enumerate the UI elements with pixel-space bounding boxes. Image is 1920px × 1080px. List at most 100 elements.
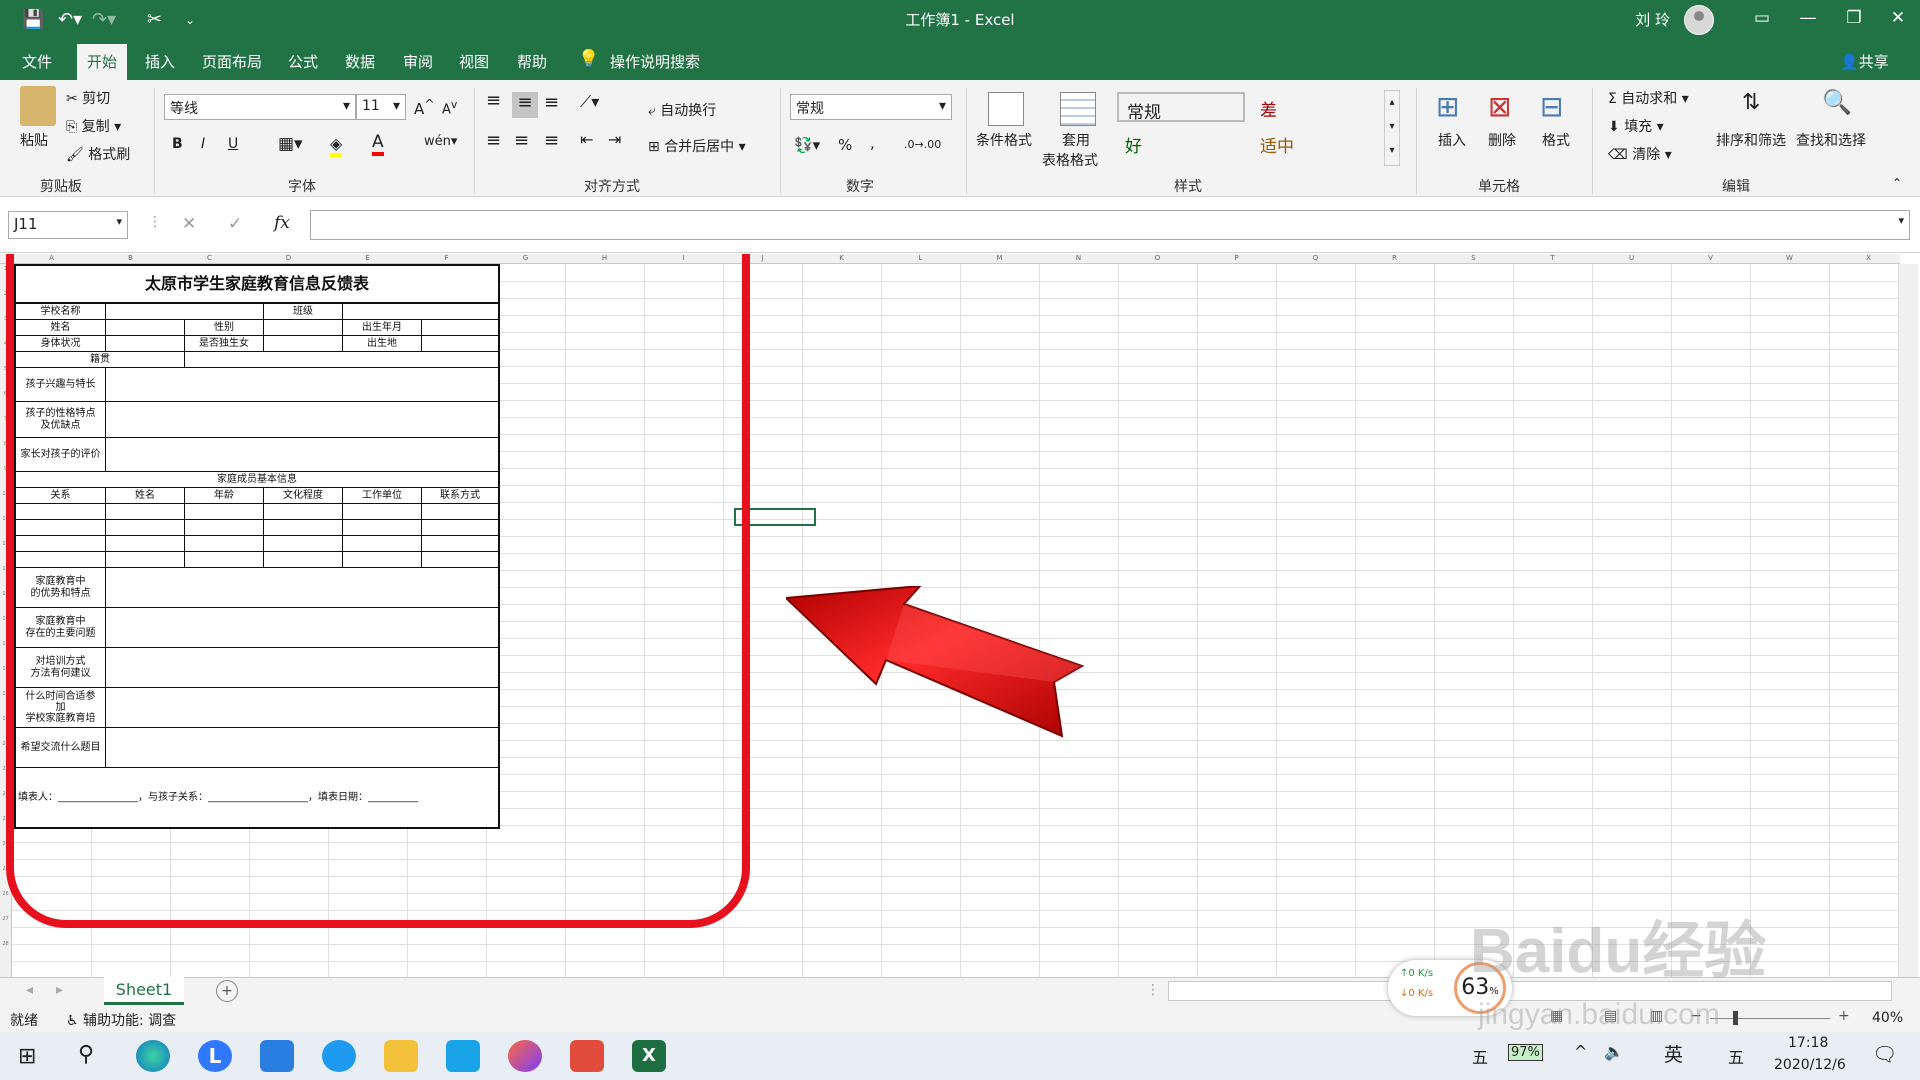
recorder-icon[interactable]: [570, 1040, 604, 1072]
table-format-label1[interactable]: 套用: [1062, 130, 1090, 150]
copy-button[interactable]: ⎘ 复制 ▾: [66, 116, 121, 136]
orientation-icon[interactable]: ⟋▾: [580, 92, 599, 112]
column-header[interactable]: R: [1355, 254, 1434, 262]
format-painter-button[interactable]: 🖌 格式刷: [66, 144, 130, 164]
confirm-icon[interactable]: ✓: [228, 214, 242, 234]
column-header[interactable]: U: [1592, 254, 1671, 262]
insert-cells-button[interactable]: 插入: [1438, 130, 1466, 150]
wrap-text-button[interactable]: ⤶ 自动换行: [648, 100, 716, 120]
clock-date[interactable]: 2020/12/6: [1774, 1057, 1846, 1073]
delete-cells-button[interactable]: 删除: [1488, 130, 1516, 150]
prev-sheet-icon[interactable]: ◂: [26, 982, 33, 998]
zoom-slider[interactable]: [1710, 1018, 1830, 1019]
conditional-format-button[interactable]: 条件格式: [976, 130, 1032, 150]
clock-time[interactable]: 17:18: [1788, 1035, 1828, 1051]
increase-indent-icon[interactable]: ⇥: [608, 130, 621, 149]
align-top-icon[interactable]: ≡: [486, 90, 501, 111]
styles-scroll[interactable]: ▴ ▾ ▾: [1384, 90, 1400, 166]
shrink-font-icon[interactable]: Av: [442, 98, 457, 117]
style-normal[interactable]: 常规: [1117, 92, 1245, 123]
bold-button[interactable]: B: [172, 136, 183, 152]
format-cells-button[interactable]: 格式: [1542, 130, 1570, 150]
ime-language[interactable]: 英: [1664, 1040, 1683, 1067]
insert-cells-icon[interactable]: ⊞: [1436, 90, 1459, 123]
column-header[interactable]: Q: [1276, 254, 1355, 262]
tab-data[interactable]: 数据: [345, 51, 375, 72]
ime-mode[interactable]: 五: [1472, 1044, 1488, 1068]
column-header[interactable]: K: [802, 254, 881, 262]
row-header[interactable]: 28: [0, 941, 11, 947]
column-header[interactable]: T: [1513, 254, 1592, 262]
tab-view[interactable]: 视图: [459, 51, 489, 72]
style-neutral[interactable]: 适中: [1252, 128, 1380, 158]
phonetic-icon[interactable]: wén▾: [424, 134, 457, 149]
tab-file[interactable]: 文件: [22, 51, 52, 72]
zoom-level[interactable]: 40%: [1872, 1010, 1903, 1026]
tab-insert[interactable]: 插入: [145, 51, 175, 72]
add-sheet-button[interactable]: +: [216, 980, 238, 1002]
tab-formulas[interactable]: 公式: [288, 51, 318, 72]
ribbon-display-icon[interactable]: ▭: [1742, 8, 1782, 28]
windows-start-icon[interactable]: ⊞: [18, 1044, 36, 1069]
find-select-button[interactable]: 查找和选择: [1796, 130, 1866, 150]
tab-home[interactable]: 开始: [77, 44, 128, 80]
sort-filter-icon[interactable]: ⇅: [1742, 90, 1760, 115]
mail-icon[interactable]: [260, 1040, 294, 1072]
table-format-label2[interactable]: 表格格式: [1042, 150, 1098, 170]
cancel-icon[interactable]: ✕: [182, 214, 196, 234]
minimize-icon[interactable]: —: [1788, 8, 1828, 28]
tell-me-search[interactable]: 操作说明搜索: [610, 51, 700, 72]
close-icon[interactable]: ✕: [1878, 8, 1918, 28]
align-bottom-icon[interactable]: ≡: [544, 92, 559, 113]
column-header[interactable]: L: [881, 254, 960, 262]
paste-icon[interactable]: [20, 86, 56, 126]
notification-icon[interactable]: 🗨: [1872, 1042, 1897, 1066]
vertical-scrollbar[interactable]: [1898, 264, 1918, 977]
ime-wubi[interactable]: 五: [1728, 1044, 1744, 1068]
find-icon[interactable]: 🔍: [1822, 88, 1852, 116]
borders-icon[interactable]: ▦▾: [278, 134, 303, 154]
style-good[interactable]: 好: [1117, 128, 1245, 158]
search-icon[interactable]: ⚲: [78, 1042, 94, 1067]
next-sheet-icon[interactable]: ▸: [56, 982, 63, 998]
column-header[interactable]: W: [1750, 254, 1829, 262]
cut-button[interactable]: ✂ 剪切: [66, 88, 110, 108]
collapse-ribbon-icon[interactable]: ⌃: [1892, 176, 1902, 190]
row-header[interactable]: 27: [0, 916, 11, 922]
tab-page-layout[interactable]: 页面布局: [202, 51, 262, 72]
fill-color-icon[interactable]: ◈: [330, 134, 343, 157]
align-center-icon[interactable]: ≡: [514, 130, 529, 151]
tab-help[interactable]: 帮助: [517, 51, 547, 72]
file-explorer-icon[interactable]: [384, 1040, 418, 1072]
paste-button[interactable]: 粘贴: [20, 130, 48, 150]
number-format-select[interactable]: 常规 ▾: [790, 94, 952, 120]
delete-cells-icon[interactable]: ⊠: [1488, 90, 1511, 123]
italic-button[interactable]: I: [201, 136, 205, 152]
clear-button[interactable]: ⌫ 清除 ▾: [1608, 144, 1672, 164]
column-header[interactable]: S: [1434, 254, 1513, 262]
chevron-up-icon[interactable]: ^: [1574, 1042, 1587, 1061]
sheet-tab-sheet1[interactable]: Sheet1: [104, 977, 184, 1005]
formula-input[interactable]: ▾: [310, 210, 1910, 240]
name-box[interactable]: J11 ▾: [8, 211, 128, 239]
autosum-button[interactable]: Σ 自动求和 ▾: [1608, 88, 1689, 108]
align-right-icon[interactable]: ≡: [544, 130, 559, 151]
column-header[interactable]: N: [1039, 254, 1118, 262]
tab-review[interactable]: 审阅: [403, 51, 433, 72]
font-name-select[interactable]: 等线 ▾: [164, 94, 356, 120]
accessibility-status[interactable]: ♿ 辅助功能: 调查: [66, 1010, 176, 1030]
decrease-indent-icon[interactable]: ⇤: [580, 130, 593, 149]
fill-button[interactable]: ⬇ 填充 ▾: [1608, 116, 1664, 136]
browser-icon[interactable]: [508, 1040, 542, 1072]
edge-icon[interactable]: [136, 1040, 170, 1072]
sort-filter-button[interactable]: 排序和筛选: [1716, 130, 1786, 150]
expand-formula-icon[interactable]: ▾: [1898, 214, 1904, 227]
column-header[interactable]: M: [960, 254, 1039, 262]
underline-button[interactable]: U: [228, 136, 238, 152]
conditional-format-icon[interactable]: [988, 92, 1024, 126]
table-format-icon[interactable]: [1060, 92, 1096, 126]
row-header[interactable]: 26: [0, 891, 11, 897]
column-header[interactable]: X: [1829, 254, 1908, 262]
comma-button[interactable]: ,: [870, 134, 875, 152]
font-size-select[interactable]: 11 ▾: [356, 94, 406, 120]
